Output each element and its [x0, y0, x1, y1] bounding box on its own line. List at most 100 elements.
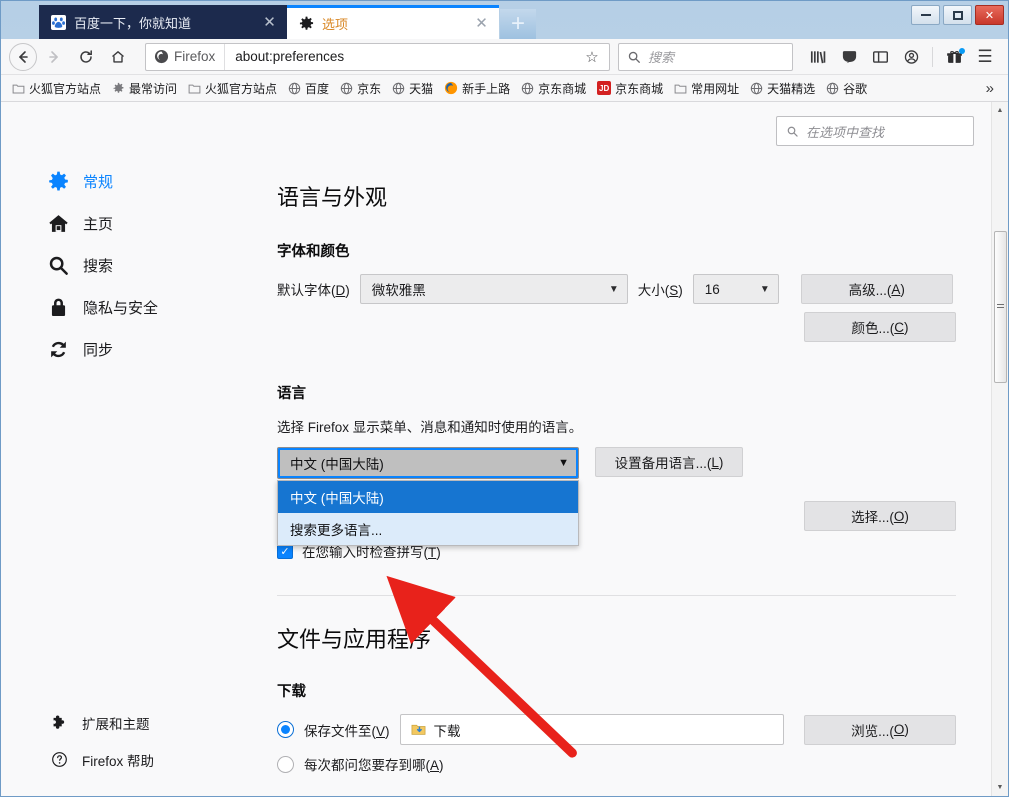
- downloads-heading: 下载: [277, 680, 956, 701]
- bookmark-label: 京东商城: [615, 80, 663, 97]
- maximize-button[interactable]: [943, 5, 972, 25]
- section-divider: [277, 595, 956, 596]
- tab-close-button[interactable]: ✕: [472, 14, 491, 33]
- app-menu-icon[interactable]: ☰: [970, 43, 1000, 71]
- font-size-select[interactable]: 16 ▼: [693, 274, 779, 304]
- language-option-search-more[interactable]: 搜索更多语言...: [278, 513, 578, 545]
- prefs-search-input[interactable]: 在选项中查找: [776, 116, 974, 146]
- sidebar-item-help[interactable]: Firefox 帮助: [47, 741, 253, 778]
- sidebar-item-privacy[interactable]: 隐私与安全: [47, 286, 253, 328]
- save-to-row: 保存文件至(V) 下载 浏览...(O): [277, 714, 956, 745]
- prefs-search-placeholder: 在选项中查找: [806, 122, 884, 141]
- bookmark-star-icon[interactable]: ☆: [581, 48, 603, 66]
- bookmark-item[interactable]: 京东商城: [516, 78, 591, 99]
- bookmark-item[interactable]: 百度: [283, 78, 334, 99]
- always-ask-label: 每次都问您要存到哪(A): [304, 754, 444, 774]
- chevron-down-icon: ▼: [558, 457, 569, 469]
- folder-download-icon: [411, 722, 426, 737]
- tab-preferences[interactable]: 选项 ✕: [287, 5, 499, 39]
- bookmark-item[interactable]: 京东: [335, 78, 386, 99]
- sidebar-item-sync[interactable]: 同步: [47, 328, 253, 370]
- bookmark-item[interactable]: 火狐官方站点: [183, 78, 282, 99]
- sidebar-item-label: 隐私与安全: [83, 297, 158, 318]
- always-ask-radio[interactable]: [277, 756, 294, 773]
- sidebar-footer-label: 扩展和主题: [82, 713, 150, 733]
- default-font-label: 默认字体(D): [277, 279, 350, 299]
- bookmark-label: 京东: [357, 80, 381, 97]
- sidebar-item-home[interactable]: 主页: [47, 202, 253, 244]
- bookmark-label: 火狐官方站点: [29, 80, 101, 97]
- tab-close-button[interactable]: ✕: [260, 13, 279, 32]
- new-tab-button[interactable]: +: [500, 9, 536, 39]
- lock-icon: [47, 297, 69, 318]
- gear-icon: [298, 15, 315, 32]
- gift-icon[interactable]: [939, 43, 969, 71]
- globe-icon: [750, 82, 763, 95]
- bookmark-item[interactable]: 火狐官方站点: [7, 78, 106, 99]
- bookmarks-overflow-icon[interactable]: »: [978, 78, 1002, 99]
- minimize-button[interactable]: [911, 5, 940, 25]
- bookmark-item[interactable]: JD 京东商城: [592, 78, 668, 99]
- font-size-label: 大小(S): [638, 279, 683, 299]
- forward-button[interactable]: [39, 43, 69, 71]
- toolbar-icons: ☰: [803, 43, 1000, 71]
- bookmark-item[interactable]: 常用网址: [669, 78, 744, 99]
- scroll-up-button[interactable]: ▲: [992, 102, 1008, 119]
- vertical-scrollbar[interactable]: ▲ ▼: [991, 102, 1008, 796]
- tab-title: 百度一下，你就知道: [74, 13, 253, 32]
- close-button[interactable]: ✕: [975, 5, 1004, 25]
- chevron-down-icon: ▼: [752, 284, 770, 295]
- reload-button[interactable]: [71, 43, 101, 71]
- back-button[interactable]: [9, 43, 37, 71]
- identity-box[interactable]: Firefox: [146, 44, 225, 70]
- sidebar-footer: 扩展和主题 Firefox 帮助: [47, 704, 253, 796]
- sidebar-item-label: 主页: [83, 213, 113, 234]
- bookmark-item[interactable]: 天猫: [387, 78, 438, 99]
- url-bar[interactable]: Firefox about:preferences ☆: [145, 43, 610, 71]
- home-button[interactable]: [103, 43, 133, 71]
- library-icon[interactable]: [803, 43, 833, 71]
- sidebar-item-general[interactable]: 常规: [47, 160, 253, 202]
- advanced-button[interactable]: 高级...(A): [801, 274, 953, 304]
- sidebar-icon[interactable]: [865, 43, 895, 71]
- language-option-selected[interactable]: 中文 (中国大陆): [278, 481, 578, 513]
- download-path-input[interactable]: 下载: [400, 714, 784, 745]
- browse-button[interactable]: 浏览...(O): [804, 715, 956, 745]
- bookmark-item[interactable]: 天猫精选: [745, 78, 820, 99]
- question-circle-icon: [49, 751, 69, 768]
- scroll-down-button[interactable]: ▼: [992, 779, 1008, 796]
- jd-icon: JD: [597, 81, 611, 95]
- set-alternatives-button[interactable]: 设置备用语言...(L): [595, 447, 743, 477]
- chevron-down-icon: ▼: [601, 284, 619, 295]
- font-size-value: 16: [705, 282, 720, 297]
- bookmark-item[interactable]: 谷歌: [821, 78, 872, 99]
- bookmark-item[interactable]: 最常访问: [107, 78, 182, 99]
- preferences-sidebar: 常规 主页 搜索 隐私与安全: [1, 102, 253, 796]
- sidebar-item-label: 常规: [83, 171, 113, 192]
- folder-icon: [12, 82, 25, 95]
- url-text[interactable]: about:preferences: [225, 49, 581, 64]
- default-font-select[interactable]: 微软雅黑 ▼: [360, 274, 628, 304]
- pocket-icon[interactable]: [834, 43, 864, 71]
- navigation-toolbar: Firefox about:preferences ☆ 搜索: [1, 39, 1008, 75]
- search-icon: [627, 50, 641, 64]
- scrollbar-track[interactable]: [992, 119, 1008, 779]
- prefs-search-row: 在选项中查找: [776, 116, 974, 146]
- page-title: 语言与外观: [277, 180, 956, 212]
- language-select-closed[interactable]: 中文 (中国大陆) ▼: [277, 447, 579, 479]
- tab-baidu[interactable]: 百度一下，你就知道 ✕: [39, 5, 287, 39]
- colors-button[interactable]: 颜色...(C): [804, 312, 956, 342]
- sidebar-item-extensions[interactable]: 扩展和主题: [47, 704, 253, 741]
- account-icon[interactable]: [896, 43, 926, 71]
- sidebar-item-search[interactable]: 搜索: [47, 244, 253, 286]
- language-combobox[interactable]: 中文 (中国大陆) ▼ 中文 (中国大陆) 搜索更多语言...: [277, 447, 579, 479]
- choose-button[interactable]: 选择...(O): [804, 501, 956, 531]
- scrollbar-thumb[interactable]: [994, 231, 1007, 383]
- language-description: 选择 Firefox 显示菜单、消息和通知时使用的语言。: [277, 416, 956, 436]
- save-to-label: 保存文件至(V): [304, 720, 390, 740]
- language-dropdown-list: 中文 (中国大陆) 搜索更多语言...: [277, 480, 579, 546]
- bookmark-item[interactable]: 新手上路: [439, 78, 515, 99]
- toolbar-search-box[interactable]: 搜索: [618, 43, 793, 71]
- save-to-radio[interactable]: [277, 721, 294, 738]
- bookmark-label: 京东商城: [538, 80, 586, 97]
